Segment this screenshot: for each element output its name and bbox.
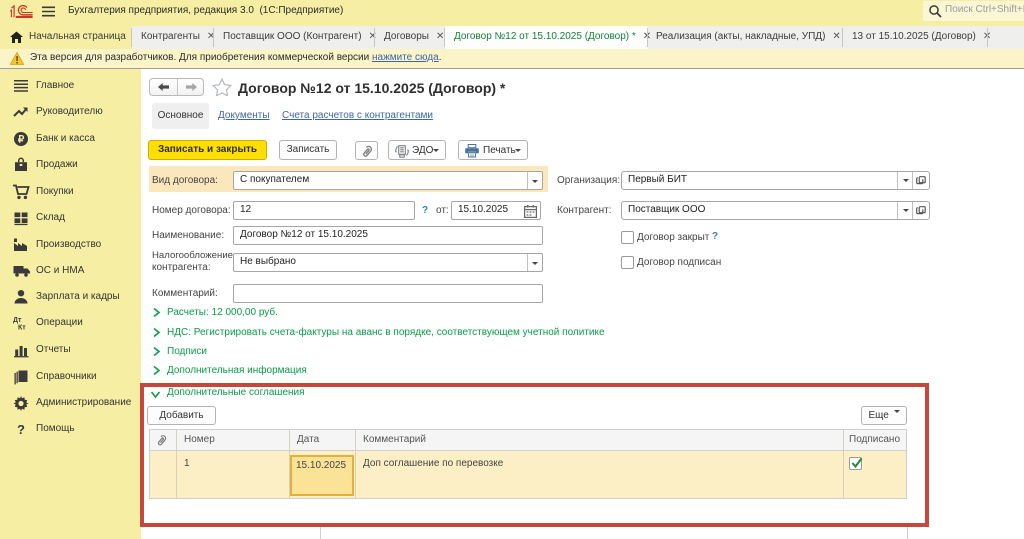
svg-text:Дт: Дт — [13, 317, 22, 324]
svg-text:Кт: Кт — [18, 325, 26, 332]
svg-text:₽: ₽ — [18, 135, 25, 146]
svg-text:?: ? — [17, 422, 25, 437]
